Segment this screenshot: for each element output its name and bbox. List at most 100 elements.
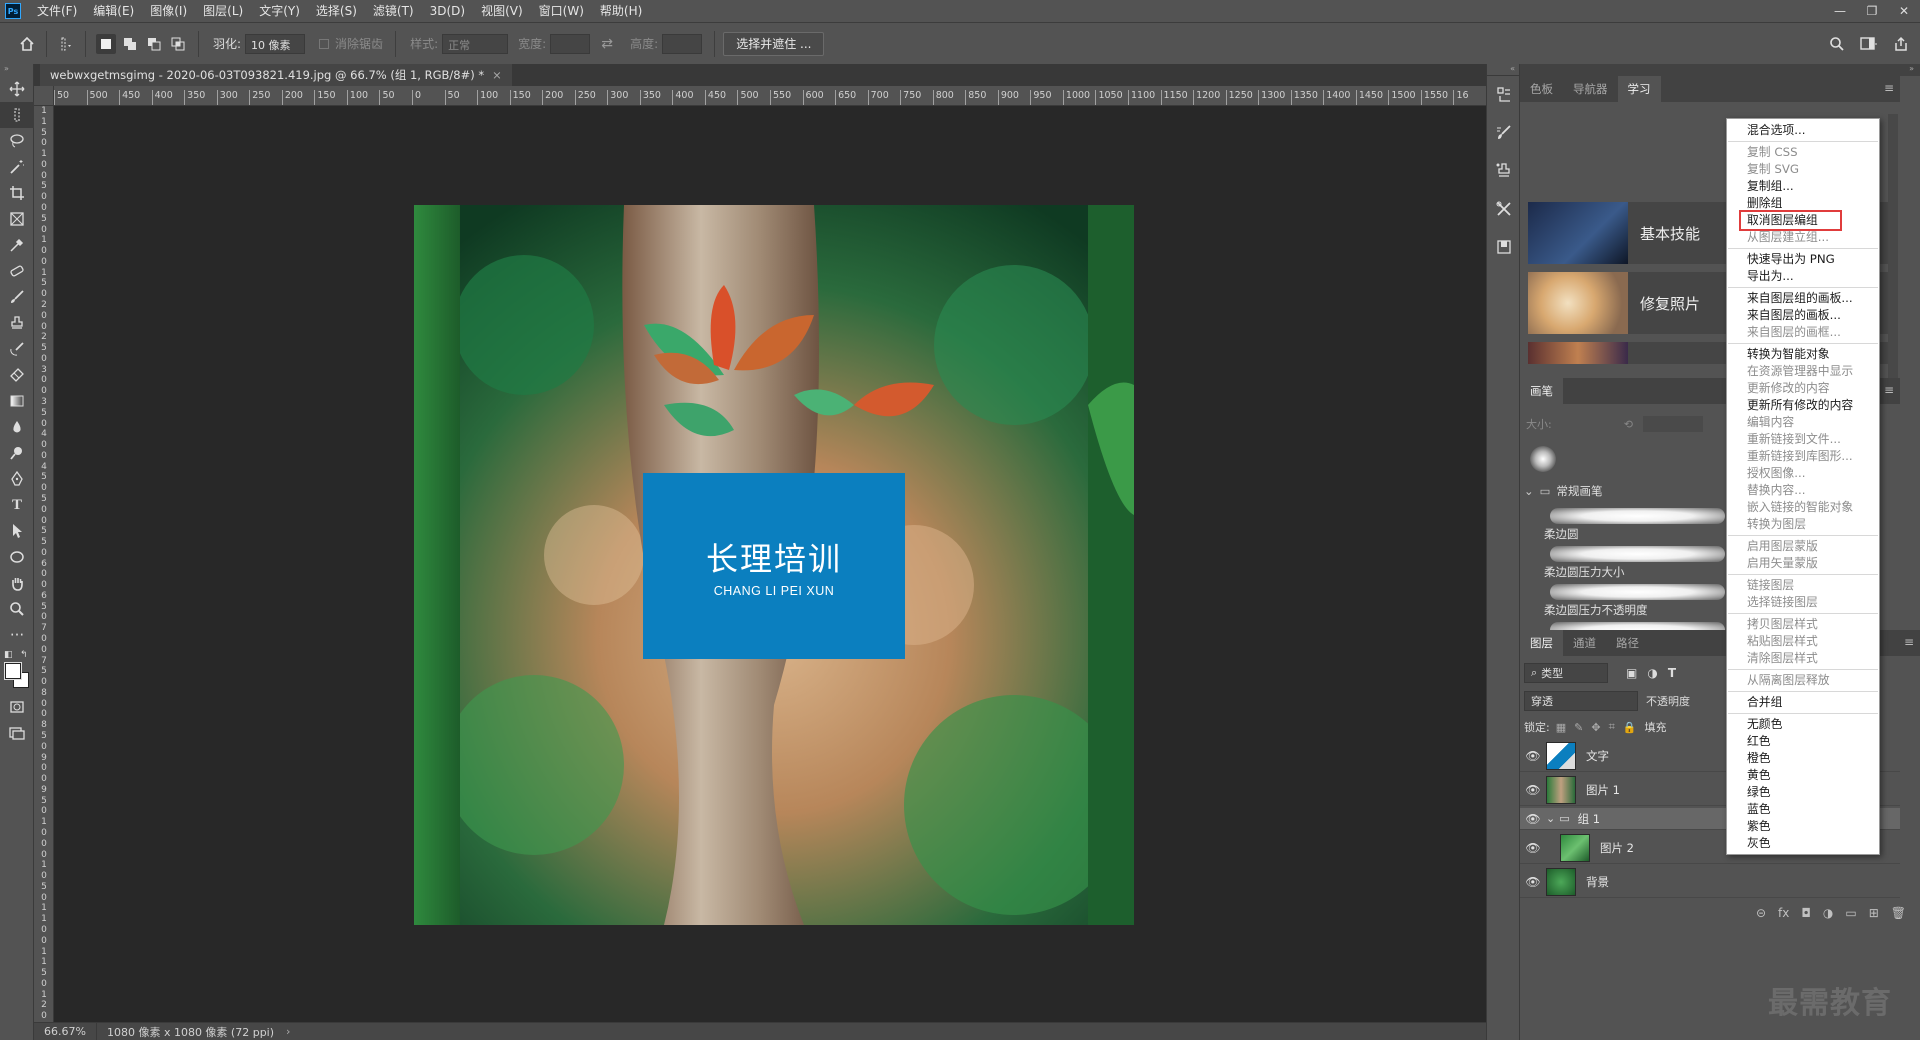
eraser-tool-icon[interactable]: [0, 362, 34, 388]
context-menu-item[interactable]: 导出为...: [1747, 268, 1794, 285]
menu-view[interactable]: 视图(V): [473, 0, 531, 22]
gradient-tool-icon[interactable]: [0, 388, 34, 414]
filter-pixel-icon[interactable]: ▣: [1626, 666, 1637, 680]
default-colors-icon[interactable]: ◧: [4, 650, 13, 660]
eyedropper-icon[interactable]: [0, 232, 34, 258]
reset-size-icon[interactable]: ⟲: [1624, 418, 1633, 431]
panel-menu-icon[interactable]: ≡: [1884, 81, 1894, 95]
context-menu-item[interactable]: 黄色: [1747, 767, 1771, 784]
tab-layers[interactable]: 图层: [1520, 630, 1563, 656]
lock-position-icon[interactable]: ✥: [1591, 721, 1600, 734]
intersect-selection-icon[interactable]: [168, 34, 188, 54]
collapse-strip-icon[interactable]: «: [1487, 64, 1519, 76]
tab-brushes[interactable]: 画笔: [1520, 378, 1563, 404]
dodge-tool-icon[interactable]: [0, 440, 34, 466]
visibility-eye-icon[interactable]: 👁: [1520, 783, 1546, 797]
menu-filter[interactable]: 滤镜(T): [365, 0, 422, 22]
context-menu-item[interactable]: 绿色: [1747, 784, 1771, 801]
artwork-image[interactable]: 长理培训 CHANG LI PEI XUN: [414, 205, 1134, 925]
blend-mode-select[interactable]: 穿透: [1524, 691, 1638, 711]
quick-mask-icon[interactable]: [0, 694, 34, 720]
restore-button[interactable]: ❐: [1856, 0, 1888, 22]
tab-navigator[interactable]: 导航器: [1563, 76, 1618, 102]
document-tab[interactable]: webwxgetmsgimg - 2020-06-03T093821.419.j…: [40, 64, 512, 86]
layer-style-icon[interactable]: fx: [1778, 906, 1789, 920]
antialias-checkbox[interactable]: [319, 38, 330, 49]
close-window-button[interactable]: ✕: [1888, 0, 1920, 22]
clone-source-icon[interactable]: [1487, 152, 1521, 190]
select-and-mask-button[interactable]: 选择并遮住 ...: [723, 31, 825, 56]
chevron-down-icon[interactable]: ⌄: [1524, 484, 1534, 498]
add-mask-icon[interactable]: ◘: [1801, 906, 1811, 920]
photoshop-logo[interactable]: Ps: [5, 3, 21, 19]
marquee-tool-icon[interactable]: [0, 102, 34, 128]
brush-size-slider[interactable]: [1642, 416, 1703, 432]
context-menu-item[interactable]: 来自图层组的画板...: [1747, 290, 1853, 307]
properties-panel-icon[interactable]: [1487, 228, 1521, 266]
context-menu-item[interactable]: 来自图层的画板...: [1747, 307, 1841, 324]
zoom-tool-icon[interactable]: [0, 596, 34, 622]
context-menu-item[interactable]: 转换为智能对象: [1747, 346, 1830, 363]
move-tool-icon[interactable]: [0, 76, 34, 102]
status-menu-arrow[interactable]: ›: [286, 1025, 290, 1038]
lock-transparency-icon[interactable]: ▦: [1556, 721, 1566, 734]
blur-tool-icon[interactable]: [0, 414, 34, 440]
home-icon[interactable]: [16, 33, 38, 55]
vertical-ruler[interactable]: 1150100500501001502002503003504004505005…: [34, 106, 54, 1022]
path-selection-icon[interactable]: [0, 518, 34, 544]
menu-window[interactable]: 窗口(W): [531, 0, 592, 22]
tool-presets-icon[interactable]: [1487, 190, 1521, 228]
zoom-level-field[interactable]: 66.67%: [34, 1022, 97, 1040]
layer-row-background[interactable]: 👁 背景: [1520, 866, 1900, 898]
crop-tool-icon[interactable]: [0, 180, 34, 206]
context-menu-item[interactable]: 红色: [1747, 733, 1771, 750]
visibility-eye-icon[interactable]: 👁: [1520, 875, 1546, 889]
learn-scrollbar[interactable]: [1888, 114, 1898, 384]
menu-file[interactable]: 文件(F): [29, 0, 85, 22]
adjustment-layer-icon[interactable]: ◑: [1823, 906, 1833, 920]
context-menu-item[interactable]: 合并组: [1747, 694, 1782, 711]
menu-edit[interactable]: 编辑(E): [85, 0, 142, 22]
brush-settings-icon[interactable]: [1487, 114, 1521, 152]
healing-brush-icon[interactable]: [0, 258, 34, 284]
frame-tool-icon[interactable]: [0, 206, 34, 232]
menu-layer[interactable]: 图层(L): [195, 0, 251, 22]
history-panel-icon[interactable]: [1487, 76, 1521, 114]
filter-adjustment-icon[interactable]: ◑: [1647, 666, 1657, 680]
menu-select[interactable]: 选择(S): [308, 0, 365, 22]
brush-tool-icon[interactable]: [0, 284, 34, 310]
lasso-tool-icon[interactable]: [0, 128, 34, 154]
subtract-selection-icon[interactable]: [144, 34, 164, 54]
delete-layer-icon[interactable]: 🗑: [1891, 906, 1906, 920]
context-menu-item[interactable]: 蓝色: [1747, 801, 1771, 818]
menu-help[interactable]: 帮助(H): [592, 0, 650, 22]
menu-image[interactable]: 图像(I): [142, 0, 195, 22]
tab-learn[interactable]: 学习: [1617, 76, 1661, 102]
pen-tool-icon[interactable]: [0, 466, 34, 492]
chevron-down-icon[interactable]: ⌄: [1546, 812, 1555, 825]
feather-input[interactable]: 10 像素: [245, 33, 306, 54]
context-menu-item[interactable]: 混合选项...: [1747, 122, 1805, 139]
style-select[interactable]: 正常: [442, 33, 509, 54]
layer-filter-select[interactable]: ⌕ 类型: [1524, 663, 1608, 683]
hand-tool-icon[interactable]: [0, 570, 34, 596]
panel-menu-icon[interactable]: ≡: [1904, 635, 1914, 649]
new-group-icon[interactable]: ▭: [1845, 906, 1856, 920]
lock-pixels-icon[interactable]: ✎: [1574, 721, 1583, 734]
filter-type-icon[interactable]: T: [1668, 666, 1676, 680]
width-input[interactable]: [550, 33, 591, 54]
lock-artboard-icon[interactable]: ⌗: [1609, 720, 1615, 734]
lock-all-icon[interactable]: 🔒: [1623, 721, 1637, 734]
visibility-eye-icon[interactable]: 👁: [1520, 812, 1546, 826]
panels-collapse-icon[interactable]: »: [1520, 64, 1920, 76]
context-menu-item[interactable]: 橙色: [1747, 750, 1771, 767]
new-selection-icon[interactable]: [96, 33, 116, 54]
type-tool-icon[interactable]: T: [0, 492, 34, 518]
context-menu-item[interactable]: 快速导出为 PNG: [1747, 251, 1835, 268]
add-selection-icon[interactable]: [120, 34, 140, 54]
canvas-area[interactable]: 长理培训 CHANG LI PEI XUN: [55, 107, 1486, 1022]
tab-swatches[interactable]: 色板: [1520, 76, 1563, 102]
visibility-eye-icon[interactable]: 👁: [1520, 841, 1546, 855]
height-input[interactable]: [662, 33, 703, 54]
ruler-corner[interactable]: [34, 86, 54, 106]
